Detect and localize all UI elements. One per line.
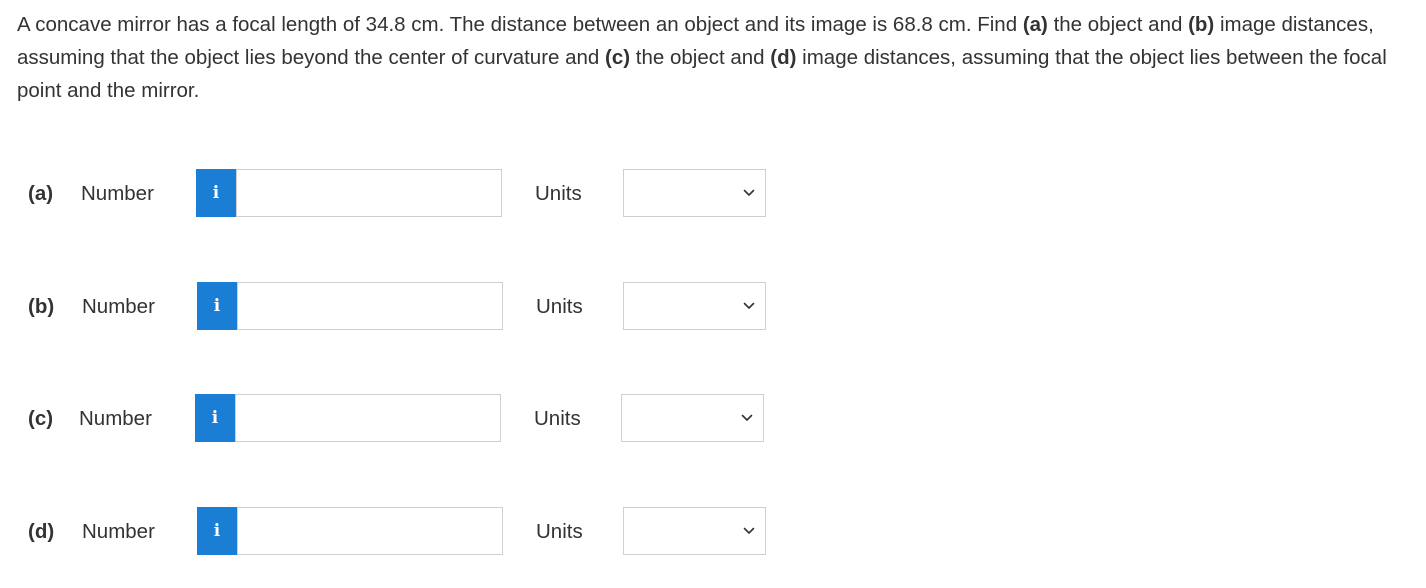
info-button-d[interactable]: i	[197, 507, 237, 555]
number-input-c[interactable]	[235, 394, 501, 442]
number-label: Number	[79, 407, 152, 430]
chevron-down-icon	[741, 414, 753, 421]
chevron-down-icon	[743, 189, 755, 196]
number-input-a[interactable]	[236, 169, 502, 217]
info-icon: i	[213, 521, 221, 541]
units-select-c[interactable]	[621, 394, 764, 442]
number-label: Number	[82, 520, 155, 543]
info-button-c[interactable]: i	[195, 394, 235, 442]
chevron-down-icon	[743, 527, 755, 534]
part-b-ref: (b)	[1188, 13, 1215, 36]
number-input-b[interactable]	[237, 282, 503, 330]
info-button-b[interactable]: i	[197, 282, 237, 330]
units-select-a[interactable]	[623, 169, 766, 217]
info-icon: i	[211, 408, 219, 428]
units-label: Units	[536, 520, 583, 543]
units-label: Units	[536, 295, 583, 318]
part-c-ref: (c)	[605, 46, 631, 69]
part-a-ref: (a)	[1022, 13, 1048, 36]
part-label-d: (d)	[28, 520, 55, 543]
number-label: Number	[81, 182, 154, 205]
units-select-b[interactable]	[623, 282, 766, 330]
question-text: A concave mirror has a focal length of 3…	[17, 8, 1417, 107]
part-label-b: (b)	[28, 295, 55, 318]
part-label-c: (c)	[28, 407, 54, 430]
info-icon: i	[213, 296, 221, 316]
units-select-d[interactable]	[623, 507, 766, 555]
question-segment: A concave mirror has a focal length of 3…	[17, 13, 1023, 36]
question-segment: the object and	[1047, 13, 1189, 36]
question-segment: the object and	[630, 46, 771, 69]
info-icon: i	[212, 183, 220, 203]
units-label: Units	[534, 407, 581, 430]
number-label: Number	[82, 295, 155, 318]
info-button-a[interactable]: i	[196, 169, 236, 217]
part-d-ref: (d)	[770, 46, 797, 69]
chevron-down-icon	[743, 302, 755, 309]
part-label-a: (a)	[28, 182, 54, 205]
units-label: Units	[535, 182, 582, 205]
number-input-d[interactable]	[237, 507, 503, 555]
